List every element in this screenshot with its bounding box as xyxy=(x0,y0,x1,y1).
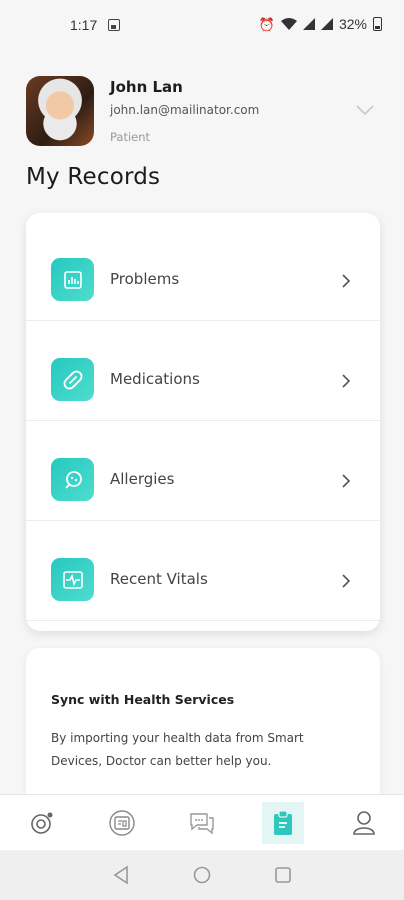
tab-appointments[interactable] xyxy=(101,802,143,844)
record-label: Allergies xyxy=(110,470,175,488)
status-bar: 1:17 ⏰ 32% xyxy=(0,0,404,50)
page-title: My Records xyxy=(26,164,161,190)
sync-title: Sync with Health Services xyxy=(51,692,235,707)
record-item-allergies[interactable]: Allergies xyxy=(26,421,380,521)
id-card-icon xyxy=(109,810,135,836)
record-label: Recent Vitals xyxy=(110,570,208,588)
records-card: Problems Medications Allergies Recent Vi… xyxy=(26,213,380,631)
signal-icon xyxy=(302,18,315,30)
profile-name: John Lan xyxy=(110,78,183,96)
chevron-right-icon xyxy=(342,274,351,288)
record-label: Problems xyxy=(110,270,180,288)
sync-card[interactable]: Sync with Health Services By importing y… xyxy=(26,648,380,808)
wifi-icon xyxy=(280,18,297,30)
chevron-right-icon xyxy=(342,474,351,488)
back-icon[interactable] xyxy=(110,864,132,886)
record-item-medications[interactable]: Medications xyxy=(26,321,380,421)
chart-icon xyxy=(51,258,94,301)
tab-profile[interactable] xyxy=(343,802,385,844)
profile-email: john.lan@mailinator.com xyxy=(110,103,260,117)
vitals-icon xyxy=(51,558,94,601)
tab-records[interactable] xyxy=(262,802,304,844)
chevron-right-icon xyxy=(342,374,351,388)
bottom-tab-bar xyxy=(0,794,404,850)
alarm-icon: ⏰ xyxy=(258,16,275,32)
record-label: Medications xyxy=(110,370,200,388)
battery-icon xyxy=(373,17,382,31)
image-notification-icon xyxy=(108,19,120,31)
profile-role: Patient xyxy=(110,130,151,144)
sync-description: By importing your health data from Smart… xyxy=(51,731,304,768)
allergy-icon xyxy=(51,458,94,501)
clipboard-icon xyxy=(274,810,292,835)
chat-icon xyxy=(190,813,214,835)
status-indicators: ⏰ 32% xyxy=(259,16,382,32)
tab-chat[interactable] xyxy=(181,802,223,844)
status-time: 1:17 xyxy=(70,17,98,33)
battery-percent: 32% xyxy=(338,16,367,32)
signal-icon-2 xyxy=(320,18,333,30)
chevron-right-icon xyxy=(342,574,351,588)
pill-icon xyxy=(51,358,94,401)
record-item-recent-vitals[interactable]: Recent Vitals xyxy=(26,521,380,621)
recents-icon[interactable] xyxy=(272,864,294,886)
user-icon xyxy=(353,811,375,835)
record-item-problems[interactable]: Problems xyxy=(26,221,380,321)
profile-header[interactable]: John Lan john.lan@mailinator.com Patient xyxy=(26,76,381,148)
system-nav-bar xyxy=(0,850,404,900)
tab-dashboard[interactable] xyxy=(21,802,63,844)
chevron-down-icon[interactable] xyxy=(355,100,375,120)
home-icon[interactable] xyxy=(191,864,213,886)
avatar xyxy=(26,76,94,146)
target-icon xyxy=(31,812,53,834)
